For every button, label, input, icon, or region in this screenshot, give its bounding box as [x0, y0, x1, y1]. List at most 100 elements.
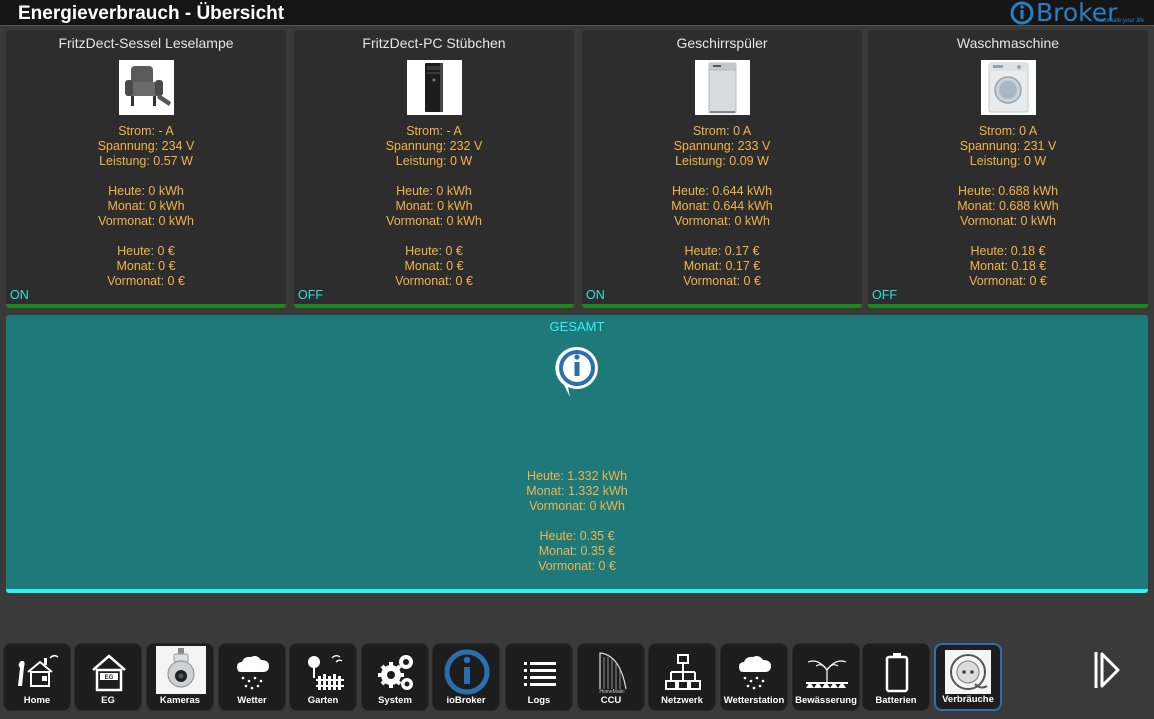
leistung-value: Leistung: 0.57 W	[99, 154, 193, 168]
iobroker-icon	[444, 649, 490, 695]
washing-machine-image	[981, 60, 1036, 115]
card-values: Strom: 0 A Spannung: 233 V Leistung: 0.0…	[582, 124, 862, 289]
card-title: Geschirrspüler	[676, 35, 768, 51]
card-values: Strom: 0 A Spannung: 231 V Leistung: 0 W…	[868, 124, 1148, 289]
nav-button-garten[interactable]: Garten	[289, 643, 357, 711]
monat-kwh-value: Monat: 0.688 kWh	[957, 199, 1059, 213]
iobroker-logo: Broker Automate your life	[1010, 0, 1146, 27]
device-card-waschmaschine[interactable]: Waschmaschine Strom: 0 A Spannung: 231 V…	[868, 30, 1148, 308]
nav-label: CCU	[600, 695, 622, 706]
nav-label: EG	[101, 695, 115, 706]
header-bar: Energieverbrauch - Übersicht Broker Auto…	[0, 0, 1154, 27]
nav-button-bewaesserung[interactable]: Bewässerung	[792, 643, 860, 711]
vormonat-eur-value: Vormonat: 0 €	[683, 274, 761, 288]
vormonat-kwh-value: Vormonat: 0 kWh	[960, 214, 1056, 228]
monat-eur-value: Monat: 0.18 €	[969, 259, 1047, 273]
weather-station-icon	[739, 656, 771, 690]
switch-state[interactable]: OFF	[872, 288, 897, 302]
sprinkler-icon	[806, 660, 848, 688]
card-values: Strom: - A Spannung: 232 V Leistung: 0 W…	[294, 124, 574, 289]
battery-icon	[885, 653, 909, 693]
camera-icon	[167, 648, 195, 688]
card-title: Waschmaschine	[956, 35, 1060, 51]
logo-tagline: Automate your life	[1095, 18, 1144, 24]
nav-button-logs[interactable]: Logs	[505, 643, 573, 711]
gesamt-vormonat-eur: Vormonat: 0 €	[538, 559, 616, 573]
card-title: FritzDect-PC Stübchen	[362, 35, 506, 51]
gesamt-values: Heute: 1.332 kWh Monat: 1.332 kWh Vormon…	[6, 469, 1148, 574]
nav-label: Kameras	[159, 695, 201, 706]
gesamt-panel: GESAMT Heute: 1.332 kWh Monat: 1.332 kWh…	[6, 315, 1148, 593]
vormonat-kwh-value: Vormonat: 0 kWh	[98, 214, 194, 228]
vormonat-kwh-value: Vormonat: 0 kWh	[674, 214, 770, 228]
weather-icon	[237, 656, 269, 690]
nav-button-netzwerk[interactable]: Netzwerk	[648, 643, 716, 711]
nav-button-home[interactable]: Home	[3, 643, 71, 711]
strom-value: Strom: 0 A	[978, 124, 1038, 138]
floor-icon-text: EG	[105, 675, 114, 681]
spannung-value: Spannung: 232 V	[385, 139, 483, 153]
nav-button-wetterstation[interactable]: Wetterstation	[720, 643, 788, 711]
switch-state[interactable]: ON	[10, 288, 29, 302]
nav-button-verbraeuche[interactable]: Verbräuche	[934, 643, 1002, 711]
nav-label: Netzwerk	[661, 695, 703, 706]
leistung-value: Leistung: 0 W	[969, 154, 1047, 168]
gesamt-monat-kwh: Monat: 1.332 kWh	[526, 484, 628, 498]
nav-button-kameras[interactable]: Kameras	[146, 643, 214, 711]
strom-value: Strom: 0 A	[692, 124, 752, 138]
heute-eur-value: Heute: 0.17 €	[684, 244, 760, 258]
gesamt-vormonat-kwh: Vormonat: 0 kWh	[529, 499, 625, 513]
leistung-value: Leistung: 0.09 W	[675, 154, 769, 168]
nav-label: Batterien	[875, 695, 917, 706]
nav-label: Garten	[307, 695, 339, 706]
device-card-pc-stuebchen[interactable]: FritzDect-PC Stübchen Strom: - A Spannun…	[294, 30, 574, 308]
spannung-value: Spannung: 231 V	[959, 139, 1057, 153]
floor-icon: EG	[92, 654, 126, 692]
monat-eur-value: Monat: 0 €	[116, 259, 176, 273]
ccu-icon: HomeMatic	[599, 652, 627, 695]
garden-icon	[308, 655, 344, 690]
heute-kwh-value: Heute: 0 kWh	[396, 184, 472, 198]
nav-label: System	[378, 695, 412, 706]
plug-icon	[950, 654, 988, 690]
iobroker-logo-icon	[1010, 1, 1034, 25]
dishwasher-image	[695, 60, 750, 115]
nav-button-eg[interactable]: EG EG	[74, 643, 142, 711]
leistung-value: Leistung: 0 W	[395, 154, 473, 168]
heute-eur-value: Heute: 0 €	[117, 244, 175, 258]
monat-kwh-value: Monat: 0 kWh	[107, 199, 185, 213]
switch-state[interactable]: ON	[586, 288, 605, 302]
device-card-sessel-leselampe[interactable]: FritzDect-Sessel Leselampe Strom: - A Sp…	[6, 30, 286, 308]
monat-eur-value: Monat: 0 €	[404, 259, 464, 273]
strom-value: Strom: - A	[406, 124, 462, 138]
nav-label: Home	[23, 695, 51, 706]
nav-button-ccu[interactable]: HomeMatic CCU	[577, 643, 645, 711]
spannung-value: Spannung: 233 V	[673, 139, 771, 153]
device-card-geschirrspueler[interactable]: Geschirrspüler Strom: 0 A Spannung: 233 …	[582, 30, 862, 308]
nav-label: Wetterstation	[723, 695, 785, 706]
card-title: FritzDect-Sessel Leselampe	[58, 35, 234, 51]
heute-eur-value: Heute: 0.18 €	[970, 244, 1046, 258]
monat-kwh-value: Monat: 0 kWh	[395, 199, 473, 213]
switch-state[interactable]: OFF	[298, 288, 323, 302]
vormonat-eur-value: Vormonat: 0 €	[107, 274, 185, 288]
strom-value: Strom: - A	[118, 124, 174, 138]
heute-eur-value: Heute: 0 €	[405, 244, 463, 258]
nav-label: Wetter	[237, 695, 267, 706]
chevron-right-icon[interactable]	[1090, 648, 1124, 692]
page-title: Energieverbrauch - Übersicht	[18, 3, 285, 24]
armchair-image	[119, 60, 174, 115]
heute-kwh-value: Heute: 0.688 kWh	[957, 184, 1059, 198]
spannung-value: Spannung: 234 V	[97, 139, 195, 153]
gesamt-title: GESAMT	[549, 319, 605, 334]
iobroker-icon	[555, 346, 598, 397]
nav-button-iobroker[interactable]: ioBroker	[432, 643, 500, 711]
gears-icon	[378, 655, 413, 690]
nav-button-system[interactable]: System	[361, 643, 429, 711]
nav-label: Logs	[527, 695, 551, 706]
card-values: Strom: - A Spannung: 234 V Leistung: 0.5…	[6, 124, 286, 289]
nav-button-batterien[interactable]: Batterien	[862, 643, 930, 711]
vormonat-eur-value: Vormonat: 0 €	[969, 274, 1047, 288]
nav-button-wetter[interactable]: Wetter	[218, 643, 286, 711]
gesamt-monat-eur: Monat: 0.35 €	[538, 544, 616, 558]
